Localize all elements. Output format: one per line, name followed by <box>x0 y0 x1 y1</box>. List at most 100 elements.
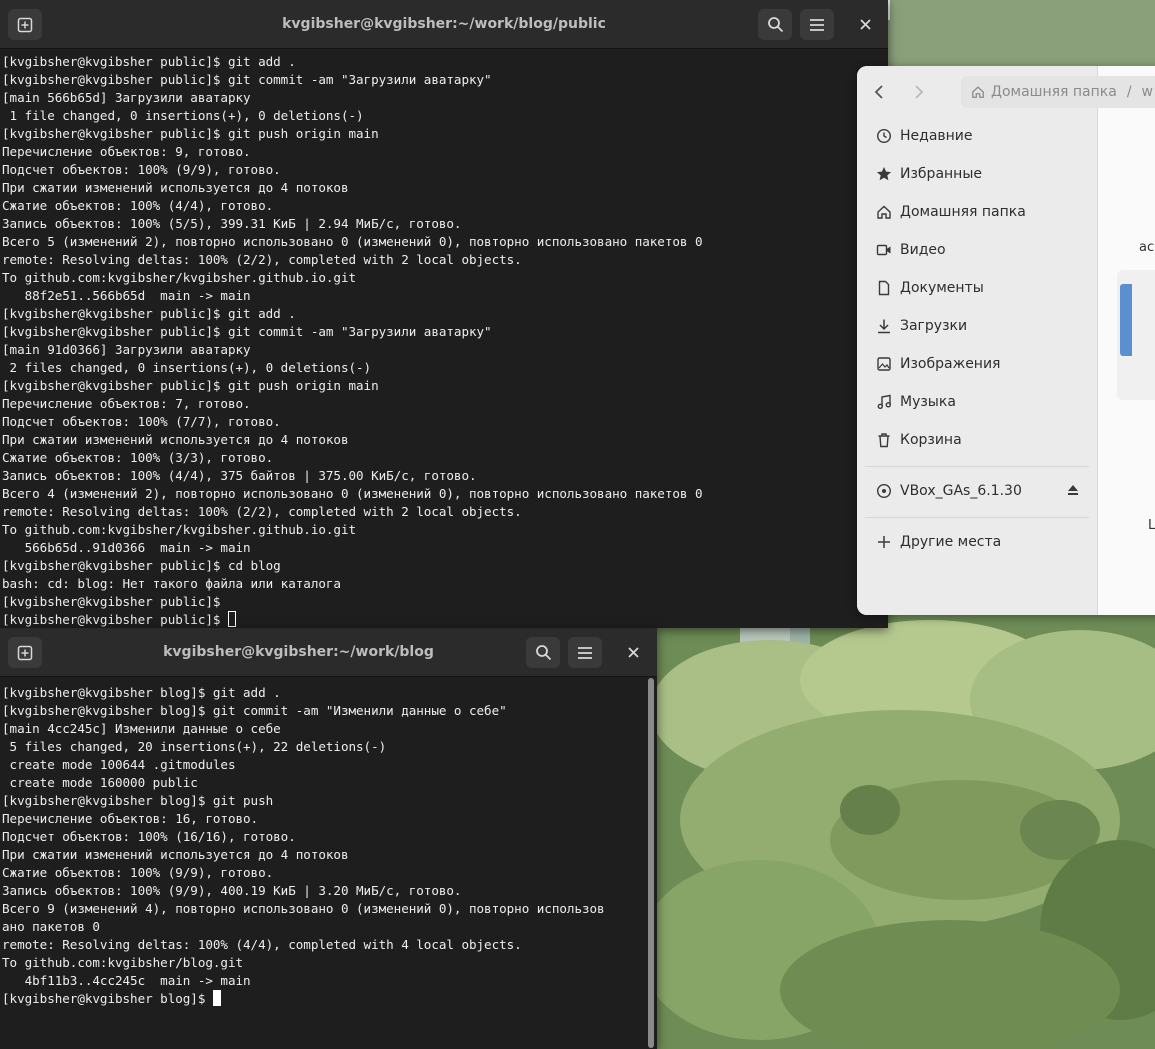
breadcrumb-separator: / <box>1126 84 1132 100</box>
terminal-line: ано пакетов 0 <box>2 919 100 934</box>
folder-item[interactable] <box>1117 270 1155 400</box>
file-manager-window[interactable]: Недавние Избранные Домашняя папка Видео … <box>857 66 1155 615</box>
terminal-line: [main 566b65d] Загрузили аватарку <box>2 90 251 105</box>
terminal-window-public[interactable]: kvgibsher@kvgibsher:~/work/blog/public [… <box>0 0 888 628</box>
terminal-line: create mode 160000 public <box>2 775 198 790</box>
sidebar-item-documents[interactable]: Документы <box>875 273 984 303</box>
text-cursor <box>212 990 221 1006</box>
terminal-line: При сжатии изменений используется до 4 п… <box>2 432 349 447</box>
sidebar-item-label: Корзина <box>900 432 962 448</box>
close-button[interactable] <box>616 637 650 668</box>
terminal-line: Сжатие объектов: 100% (9/9), готово. <box>2 865 274 880</box>
terminal-title: kvgibsher@kvgibsher:~/work/blog <box>163 644 434 660</box>
hamburger-menu-icon <box>578 646 592 659</box>
terminal-line: 1 file changed, 0 insertions(+), 0 delet… <box>2 108 364 123</box>
terminal-line: [kvgibsher@kvgibsher public]$ <box>2 594 228 609</box>
terminal-line: [kvgibsher@kvgibsher public]$ git commit… <box>2 72 492 87</box>
sidebar-item-label: Домашняя папка <box>900 204 1026 220</box>
terminal-line: Перечисление объектов: 16, готово. <box>2 811 259 826</box>
terminal-line: Запись объектов: 100% (4/4), 375 байтов … <box>2 468 477 483</box>
sidebar-item-label: Музыка <box>900 394 956 410</box>
terminal-header[interactable]: kvgibsher@kvgibsher:~/work/blog <box>0 628 657 677</box>
search-button[interactable] <box>526 637 560 668</box>
terminal-line: remote: Resolving deltas: 100% (2/2), co… <box>2 252 522 267</box>
sidebar-item-video[interactable]: Видео <box>875 235 946 265</box>
terminal-line: [kvgibsher@kvgibsher public]$ git add . <box>2 54 296 69</box>
terminal-line: При сжатии изменений используется до 4 п… <box>2 180 349 195</box>
terminal-line: Сжатие объектов: 100% (4/4), готово. <box>2 198 274 213</box>
chevron-left-icon <box>874 85 883 99</box>
clock-icon <box>875 127 893 145</box>
terminal-line: [kvgibsher@kvgibsher blog]$ git commit -… <box>2 703 507 718</box>
terminal-line: [kvgibsher@kvgibsher blog]$ git add . <box>2 685 281 700</box>
sidebar-separator <box>865 466 1089 467</box>
sidebar-item-starred[interactable]: Избранные <box>875 159 982 189</box>
close-icon <box>627 647 639 658</box>
terminal-line: [main 91d0366] Загрузили аватарку <box>2 342 251 357</box>
terminal-window-blog[interactable]: kvgibsher@kvgibsher:~/work/blog [kvgibsh… <box>0 628 657 1049</box>
document-icon <box>875 279 893 297</box>
terminal-line: [kvgibsher@kvgibsher public]$ git push o… <box>2 126 379 141</box>
sidebar-item-music[interactable]: Музыка <box>875 387 956 417</box>
terminal-line: [kvgibsher@kvgibsher public]$ git add . <box>2 306 296 321</box>
terminal-line: remote: Resolving deltas: 100% (2/2), co… <box>2 504 522 519</box>
sidebar-item-label: Документы <box>900 280 984 296</box>
disc-icon <box>875 482 893 500</box>
hamburger-menu-icon <box>810 18 824 31</box>
breadcrumb-next[interactable]: w <box>1142 84 1153 100</box>
terminal-line: Подсчет объектов: 100% (7/7), готово. <box>2 414 281 429</box>
terminal-line: Перечисление объектов: 7, готово. <box>2 396 251 411</box>
content-text-fragment: L <box>1148 518 1155 533</box>
terminal-output[interactable]: [kvgibsher@kvgibsher blog]$ git add . [kv… <box>0 682 643 1049</box>
terminal-line: 88f2e51..566b65d main -> main <box>2 288 251 303</box>
terminal-output[interactable]: [kvgibsher@kvgibsher public]$ git add . [… <box>0 51 874 628</box>
sidebar-item-device[interactable]: VBox_GAs_6.1.30 <box>875 476 1080 506</box>
terminal-line: Подсчет объектов: 100% (16/16), готово. <box>2 829 296 844</box>
places-sidebar: Недавние Избранные Домашняя папка Видео … <box>857 66 1098 615</box>
sidebar-item-label: Другие места <box>900 534 1002 550</box>
content-text-fragment: ac <box>1139 240 1155 255</box>
search-button[interactable] <box>758 9 792 40</box>
sidebar-item-label: Избранные <box>900 166 982 182</box>
terminal-title: kvgibsher@kvgibsher:~/work/blog/public <box>282 16 606 32</box>
home-icon <box>971 85 985 99</box>
chevron-right-icon <box>915 85 924 99</box>
video-icon <box>875 241 893 259</box>
music-icon <box>875 393 893 411</box>
terminal-line: 566b65d..91d0366 main -> main <box>2 540 251 555</box>
search-icon <box>535 645 551 661</box>
close-button[interactable] <box>848 9 882 40</box>
terminal-line: Перечисление объектов: 9, готово. <box>2 144 251 159</box>
sidebar-item-pictures[interactable]: Изображения <box>875 349 1000 379</box>
sidebar-item-recent[interactable]: Недавние <box>875 121 973 151</box>
trash-icon <box>875 431 893 449</box>
terminal-line: Запись объектов: 100% (9/9), 400.19 КиБ … <box>2 883 462 898</box>
sidebar-item-label: VBox_GAs_6.1.30 <box>900 483 1022 499</box>
sidebar-item-label: Изображения <box>900 356 1001 372</box>
terminal-line: 4bf11b3..4cc245c main -> main <box>2 973 251 988</box>
terminal-line: [kvgibsher@kvgibsher blog]$ <box>2 990 643 1008</box>
terminal-line: 5 files changed, 20 insertions(+), 22 de… <box>2 739 387 754</box>
breadcrumb-home[interactable]: Домашняя папка <box>991 84 1117 100</box>
image-icon <box>875 355 893 373</box>
back-button[interactable] <box>867 78 891 106</box>
sidebar-item-home[interactable]: Домашняя папка <box>875 197 1026 227</box>
menu-button[interactable] <box>568 637 602 668</box>
menu-button[interactable] <box>800 9 834 40</box>
scrollbar[interactable] <box>648 678 654 1048</box>
terminal-header[interactable]: kvgibsher@kvgibsher:~/work/blog/public <box>0 0 888 49</box>
terminal-line: Запись объектов: 100% (5/5), 399.31 КиБ … <box>2 216 462 231</box>
terminal-line: remote: Resolving deltas: 100% (4/4), co… <box>2 937 522 952</box>
terminal-line: [kvgibsher@kvgibsher public]$ cd blog <box>2 558 281 573</box>
forward-button[interactable] <box>907 78 931 106</box>
terminal-line: При сжатии изменений используется до 4 п… <box>2 847 349 862</box>
sidebar-item-other-locations[interactable]: Другие места <box>875 527 1001 557</box>
terminal-line: [kvgibsher@kvgibsher blog]$ git push <box>2 793 274 808</box>
terminal-line: 2 files changed, 0 insertions(+), 0 dele… <box>2 360 372 375</box>
eject-icon[interactable] <box>1066 483 1080 501</box>
plus-icon <box>875 533 893 551</box>
terminal-line: To github.com:kvgibsher/blog.git <box>2 955 244 970</box>
sidebar-item-trash[interactable]: Корзина <box>875 425 962 455</box>
breadcrumb[interactable]: Домашняя папка / w <box>961 76 1155 108</box>
sidebar-item-downloads[interactable]: Загрузки <box>875 311 967 341</box>
